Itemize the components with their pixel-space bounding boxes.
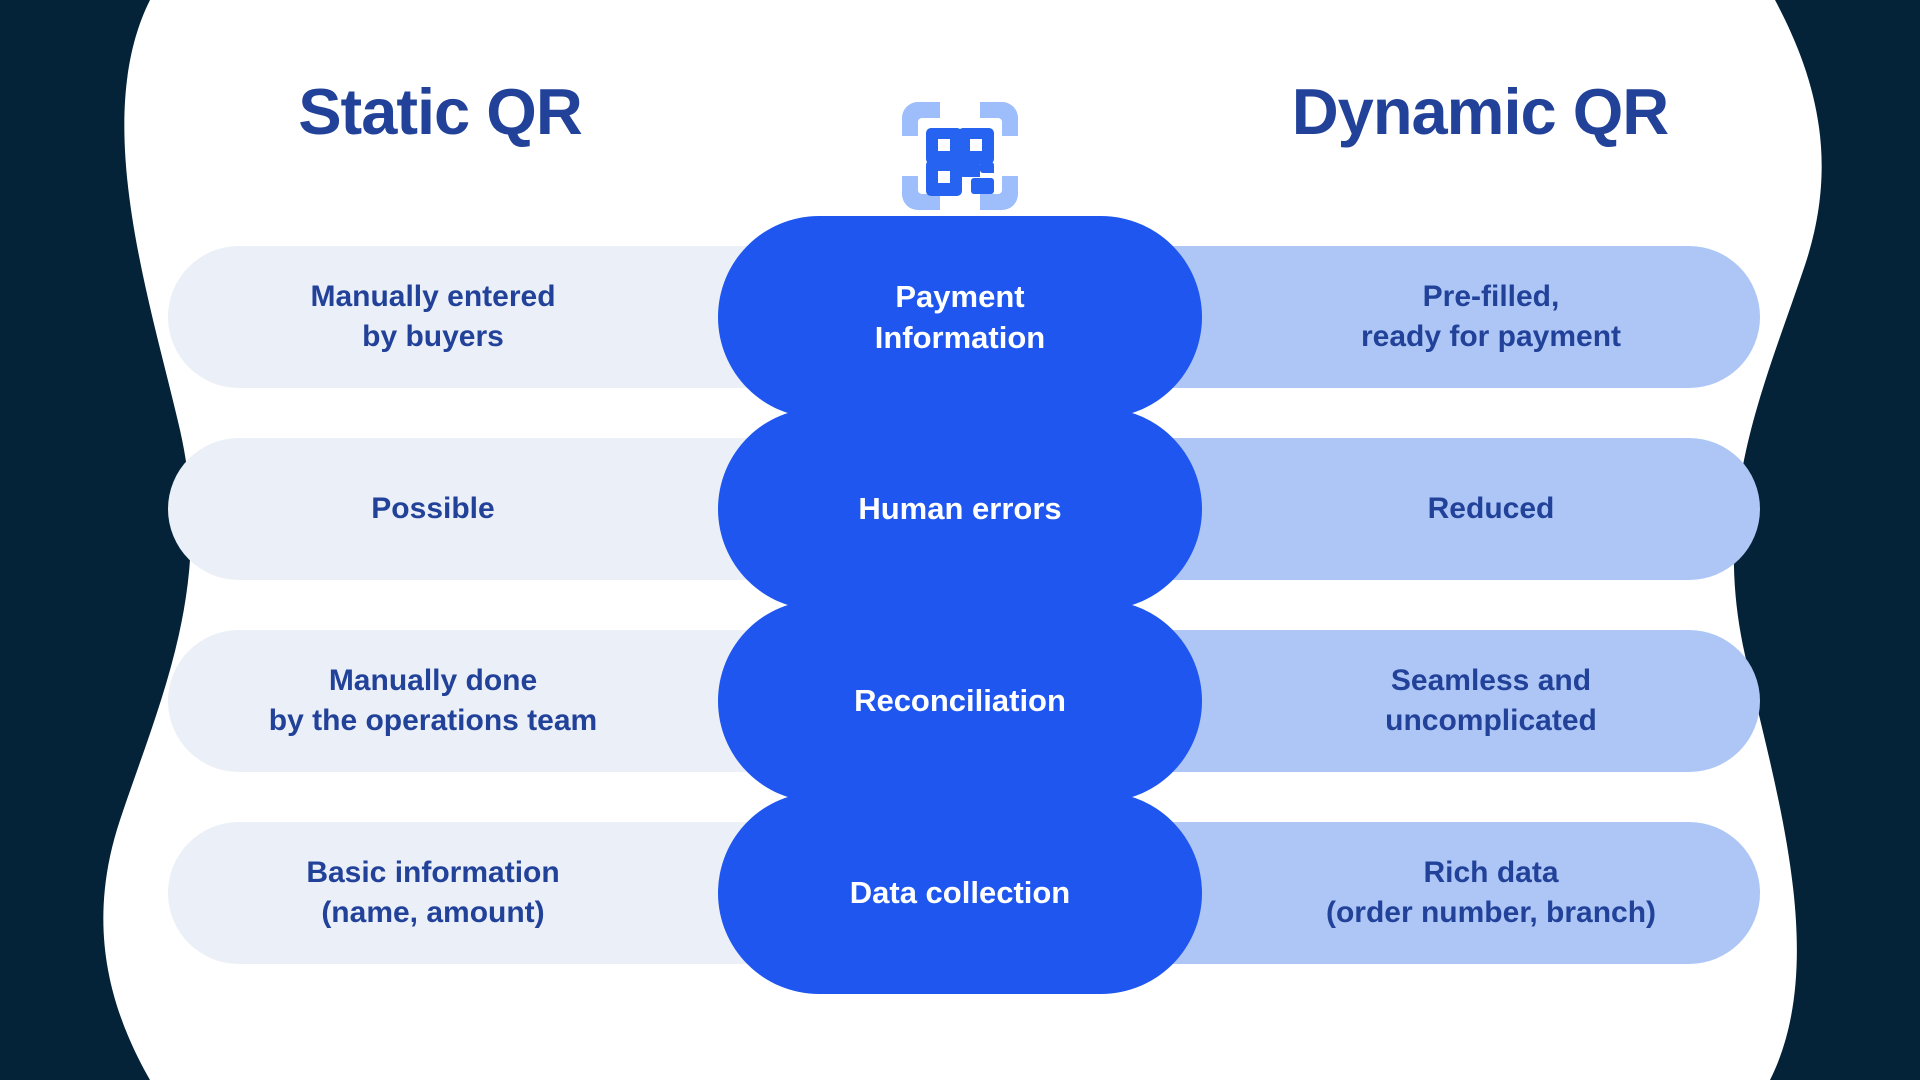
comparison-infographic: Static QR Dynamic QR Manually entered by… <box>0 0 1920 1080</box>
comparison-row: Possible Reduced Human errors <box>0 388 1920 610</box>
criterion-label-2[interactable]: Human errors <box>718 408 1202 610</box>
column-title-static: Static QR <box>298 75 583 148</box>
criterion-label-1[interactable]: Payment Information <box>718 216 1202 418</box>
criterion-label-3[interactable]: Reconciliation <box>718 600 1202 802</box>
comparison-row: Manually done by the operations team Sea… <box>0 580 1920 802</box>
comparison-row: Manually entered by buyers Pre-filled, r… <box>0 196 1920 418</box>
column-title-dynamic: Dynamic QR <box>1291 75 1670 148</box>
comparison-row: Basic information (name, amount) Rich da… <box>0 772 1920 994</box>
header: Static QR Dynamic QR <box>0 52 1920 210</box>
criterion-label-4[interactable]: Data collection <box>718 792 1202 994</box>
comparison-rows: Manually entered by buyers Pre-filled, r… <box>0 196 1920 994</box>
